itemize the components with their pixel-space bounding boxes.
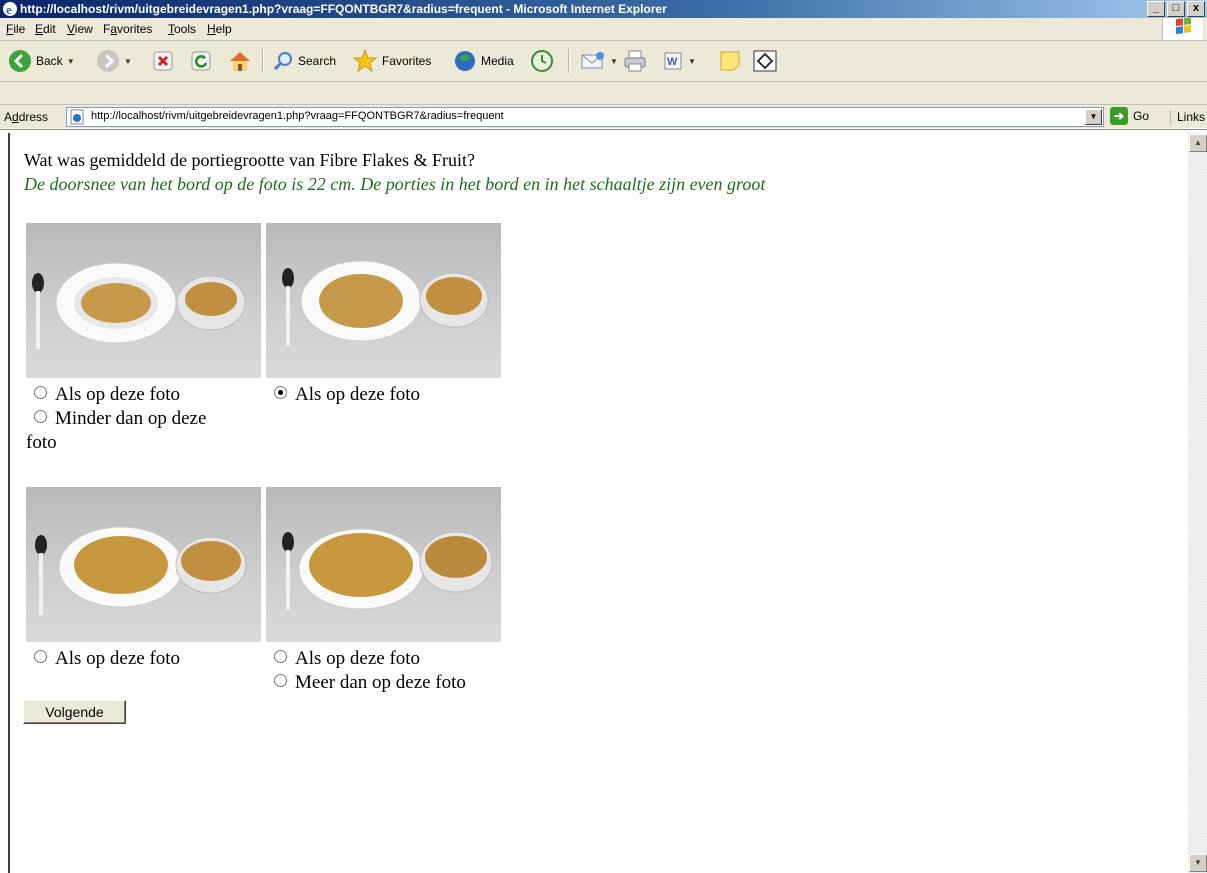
refresh-icon (191, 51, 211, 71)
page-content: Wat was gemiddeld de portiegrootte van F… (8, 133, 1190, 873)
discuss-button[interactable] (718, 47, 742, 75)
messenger-button[interactable] (752, 47, 778, 75)
menu-bar: File Edit View Favorites Tools Help (0, 17, 1207, 41)
address-bar: Address http://localhost/rivm/uitgebreid… (0, 82, 1207, 130)
back-button[interactable]: Back ▼ (8, 47, 75, 75)
address-dropdown-button[interactable]: ▼ (1085, 109, 1102, 125)
radio-button[interactable] (34, 386, 47, 399)
word-icon: W (664, 52, 682, 70)
page-icon (70, 109, 84, 125)
standard-toolbar: Back ▼ ▼ Search Favorites Media ▼ W ▼ (0, 41, 1207, 82)
portion-photo-4 (266, 487, 501, 642)
menu-favorites[interactable]: Favorites (103, 22, 152, 36)
option-photo-4-same[interactable]: Als op deze foto (266, 647, 420, 671)
chevron-down-icon: ▼ (66, 56, 75, 66)
menu-tools[interactable]: Tools (168, 22, 196, 36)
menu-file[interactable]: File (6, 22, 25, 36)
portion-photo-1 (26, 223, 261, 378)
back-arrow-icon (9, 50, 31, 72)
star-icon (352, 48, 378, 73)
refresh-button[interactable] (190, 47, 212, 75)
vertical-scrollbar[interactable]: ▲ ▼ (1188, 133, 1207, 873)
menu-help[interactable]: Help (207, 22, 232, 36)
portion-photo-3 (26, 487, 261, 642)
address-url: http://localhost/rivm/uitgebreidevragen1… (91, 110, 504, 122)
radio-button[interactable] (274, 650, 287, 663)
question-text: Wat was gemiddeld de portiegrootte van F… (24, 150, 475, 170)
search-icon (273, 52, 292, 71)
option-photo-3-same[interactable]: Als op deze foto (26, 647, 180, 671)
chevron-down-icon: ▼ (124, 56, 132, 66)
radio-button-selected[interactable] (274, 386, 287, 399)
maximize-button[interactable]: □ (1167, 1, 1185, 17)
chevron-down-icon: ▼ (688, 56, 696, 66)
hint-text: De doorsnee van het bord op de foto is 2… (24, 174, 766, 194)
menu-view[interactable]: View (67, 22, 93, 36)
option-photo-1-less-continued: foto (26, 432, 57, 453)
portion-photo-2 (266, 223, 501, 378)
radio-button[interactable] (34, 410, 47, 423)
go-button[interactable]: ➔ Go (1110, 107, 1149, 125)
radio-button[interactable] (34, 650, 47, 663)
option-photo-1-less[interactable]: Minder dan op deze (26, 407, 206, 431)
links-button[interactable]: Links (1170, 110, 1205, 124)
go-arrow-icon: ➔ (1110, 107, 1128, 125)
address-row: Address http://localhost/rivm/uitgebreid… (0, 104, 1207, 130)
stop-icon (153, 51, 173, 71)
svg-text:W: W (667, 56, 678, 68)
toolbar-separator (262, 49, 264, 73)
window-titlebar: e http://localhost/rivm/uitgebreidevrage… (0, 0, 1207, 18)
scroll-down-button[interactable]: ▼ (1189, 854, 1207, 872)
window-controls: _ □ x (1147, 1, 1205, 17)
history-button[interactable] (530, 47, 554, 75)
forward-button[interactable]: ▼ (96, 47, 132, 75)
note-icon (720, 51, 740, 71)
windows-logo-icon (1162, 17, 1203, 40)
printer-icon (624, 50, 646, 72)
window-title: http://localhost/rivm/uitgebreidevragen1… (20, 2, 667, 16)
option-photo-2-same[interactable]: Als op deze foto (266, 383, 420, 407)
stop-button[interactable] (152, 47, 174, 75)
svg-text:e: e (6, 2, 12, 17)
edit-button[interactable]: W ▼ (662, 47, 696, 75)
minimize-button[interactable]: _ (1147, 1, 1165, 17)
media-button[interactable]: Media (453, 47, 514, 75)
media-icon (455, 51, 475, 71)
forward-arrow-icon (97, 50, 119, 72)
internet-explorer-icon: e (3, 2, 17, 17)
favorites-button[interactable]: Favorites (352, 47, 431, 75)
print-button[interactable] (622, 47, 648, 75)
scroll-up-button[interactable]: ▲ (1189, 134, 1207, 152)
menu-edit[interactable]: Edit (35, 22, 56, 36)
home-icon (230, 52, 250, 71)
next-button[interactable]: Volgende (23, 700, 126, 724)
home-button[interactable] (227, 47, 253, 75)
toolbar-separator (568, 49, 570, 73)
mail-icon (581, 52, 604, 69)
search-button[interactable]: Search (272, 47, 336, 75)
close-button[interactable]: x (1187, 1, 1205, 17)
mail-button[interactable]: ▼ (580, 47, 618, 75)
history-icon (531, 50, 553, 72)
address-label: Address (4, 110, 49, 124)
radio-button[interactable] (274, 674, 287, 687)
option-photo-4-more[interactable]: Meer dan op deze foto (266, 671, 466, 695)
option-photo-1-same[interactable]: Als op deze foto (26, 383, 180, 407)
chevron-down-icon: ▼ (610, 56, 618, 66)
diamond-icon (753, 50, 777, 72)
address-input[interactable]: http://localhost/rivm/uitgebreidevragen1… (66, 107, 1104, 127)
